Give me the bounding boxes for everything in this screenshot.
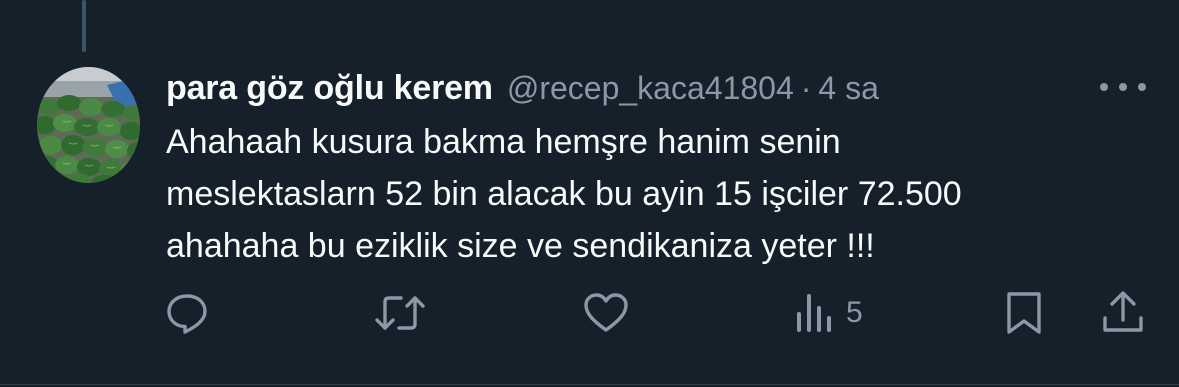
like-button[interactable] — [582, 285, 630, 341]
tweet-action-bar: 5 — [0, 285, 1179, 341]
tweet-text: Ahahaah kusura bakma hemşre hanim senin … — [166, 116, 1126, 272]
heart-icon — [584, 293, 628, 332]
bookmark-icon — [1007, 292, 1041, 334]
bookmark-button[interactable] — [1004, 285, 1044, 341]
views-count: 5 — [846, 296, 863, 329]
views-button[interactable]: 5 — [794, 285, 863, 341]
retweet-button[interactable] — [373, 285, 427, 341]
meta-separator: · — [800, 69, 812, 106]
reply-button[interactable] — [164, 285, 210, 341]
tweet-text-line: meslektaslarn 52 bin alacak bu ayin 15 i… — [166, 175, 962, 213]
views-bar-chart-icon — [797, 294, 831, 332]
more-options-icon[interactable] — [1100, 76, 1146, 98]
more-dot — [1119, 83, 1127, 91]
share-button[interactable] — [1100, 285, 1146, 341]
tweet-card[interactable]: para göz oğlu kerem @recep_kaca41804 · 4… — [0, 0, 1179, 387]
retweet-icon — [375, 296, 425, 330]
more-dot — [1100, 83, 1108, 91]
watermelon-avatar-image — [37, 67, 140, 183]
tweet-timestamp[interactable]: 4 sa — [818, 70, 878, 107]
tweet-text-line: ahahaha bu eziklik size ve sendikaniza y… — [166, 227, 875, 265]
tweet-header: para göz oğlu kerem @recep_kaca41804 · 4… — [166, 66, 879, 110]
tweet-text-line: Ahahaah kusura bakma hemşre hanim senin — [166, 123, 841, 161]
author-display-name[interactable]: para göz oğlu kerem — [166, 69, 493, 108]
author-handle[interactable]: @recep_kaca41804 — [507, 70, 794, 107]
more-dot — [1138, 83, 1146, 91]
thread-connector-line — [82, 0, 86, 52]
reply-bubble-icon — [167, 294, 207, 334]
avatar[interactable] — [37, 67, 140, 183]
tweet-divider — [0, 384, 1179, 385]
share-upload-icon — [1103, 291, 1143, 332]
